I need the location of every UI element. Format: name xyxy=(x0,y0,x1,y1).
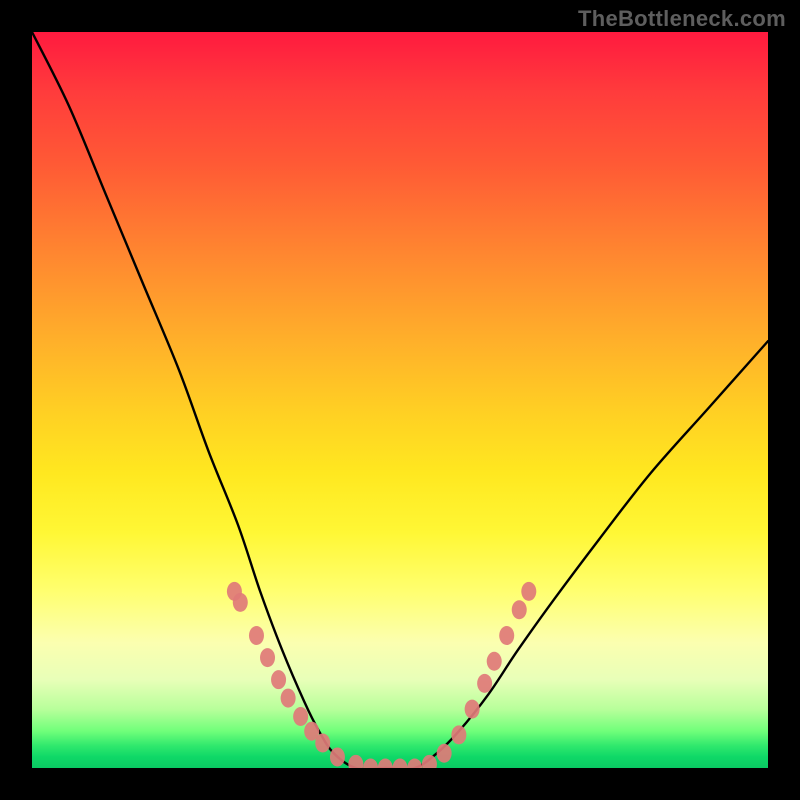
curve-marker xyxy=(293,707,308,726)
curve-marker xyxy=(487,652,502,671)
curve-marker xyxy=(330,747,345,766)
curve-marker xyxy=(363,759,378,769)
curve-marker xyxy=(271,670,286,689)
curve-marker xyxy=(465,700,480,719)
curve-marker xyxy=(393,759,408,769)
watermark-text: TheBottleneck.com xyxy=(578,6,786,32)
curve-marker xyxy=(422,755,437,768)
curve-marker xyxy=(348,755,363,768)
curve-marker xyxy=(512,600,527,619)
curve-marker xyxy=(407,759,422,769)
chart-frame: TheBottleneck.com xyxy=(0,0,800,800)
curve-marker xyxy=(521,582,536,601)
curve-marker xyxy=(233,593,248,612)
curve-marker xyxy=(249,626,264,645)
curve-marker xyxy=(499,626,514,645)
curve-marker xyxy=(281,689,296,708)
curve-marker xyxy=(315,733,330,752)
curve-marker xyxy=(477,674,492,693)
plot-area xyxy=(32,32,768,768)
bottleneck-curve xyxy=(32,32,768,768)
chart-svg xyxy=(32,32,768,768)
curve-marker xyxy=(451,725,466,744)
curve-marker xyxy=(437,744,452,763)
curve-marker xyxy=(378,759,393,769)
curve-marker xyxy=(260,648,275,667)
marker-layer xyxy=(227,582,536,768)
